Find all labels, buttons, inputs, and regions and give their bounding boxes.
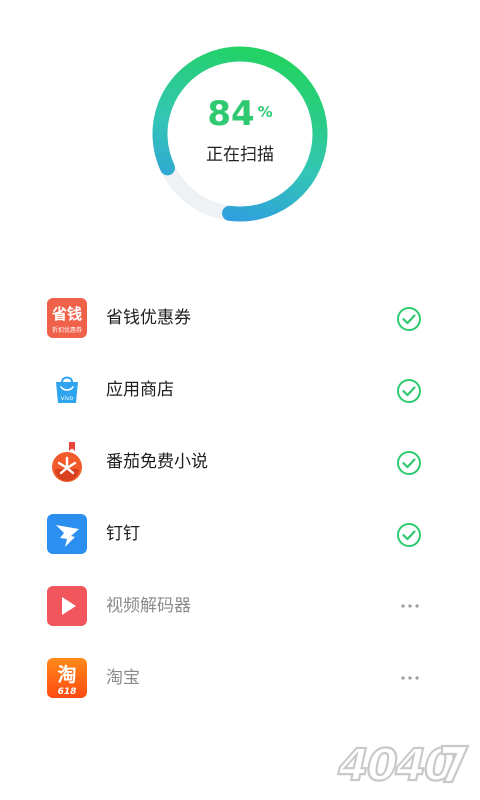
scan-percent: 84% [150, 94, 330, 134]
check-icon [396, 450, 422, 476]
taobao-icon: 淘 618 [47, 658, 87, 698]
app-name: 省钱优惠券 [106, 308, 191, 328]
more-dots-icon [398, 666, 422, 690]
app-row-app-store[interactable]: vivo 应用商店 [0, 354, 480, 426]
app-row-video-decoder[interactable]: 视频解码器 [0, 570, 480, 642]
app-name: 淘宝 [106, 668, 140, 688]
app-row-coupon[interactable]: 省钱 折扣优惠券 省钱优惠券 [0, 282, 480, 354]
app-row-taobao[interactable]: 淘 618 淘宝 [0, 642, 480, 714]
tomato-icon [47, 442, 87, 482]
coupon-icon-text: 省钱 [51, 305, 82, 323]
app-name: 钉钉 [106, 524, 140, 544]
app-row-dingtalk[interactable]: 钉钉 [0, 498, 480, 570]
app-store-icon-text: vivo [61, 395, 74, 402]
check-icon [396, 306, 422, 332]
watermark-text: 4040 [333, 740, 458, 790]
coupon-icon: 省钱 折扣优惠券 [47, 298, 87, 338]
play-icon [47, 586, 87, 626]
scan-progress-ring: 84% 正在扫描 [150, 44, 330, 224]
dingtalk-icon [47, 514, 87, 554]
shopping-bag-icon: vivo [47, 370, 87, 410]
app-name: 应用商店 [106, 380, 174, 400]
scan-percent-value: 84 [207, 94, 255, 134]
more-dots-icon [398, 594, 422, 618]
app-name: 视频解码器 [106, 596, 191, 616]
taobao-icon-subtext: 618 [58, 687, 77, 697]
check-icon [396, 378, 422, 404]
check-icon [396, 522, 422, 548]
scan-percent-unit: % [257, 103, 273, 121]
taobao-icon-text: 淘 [57, 663, 76, 686]
app-row-tomato-novel[interactable]: 番茄免费小说 [0, 426, 480, 498]
coupon-icon-subtext: 折扣优惠券 [52, 326, 82, 334]
scan-status-text: 正在扫描 [206, 145, 274, 165]
watermark-logo: 4040 [322, 738, 472, 792]
scanned-app-list: 省钱 折扣优惠券 省钱优惠券 vivo 应用商店 番茄免费小说 钉钉 视频解码器… [0, 282, 480, 714]
app-name: 番茄免费小说 [106, 452, 208, 472]
